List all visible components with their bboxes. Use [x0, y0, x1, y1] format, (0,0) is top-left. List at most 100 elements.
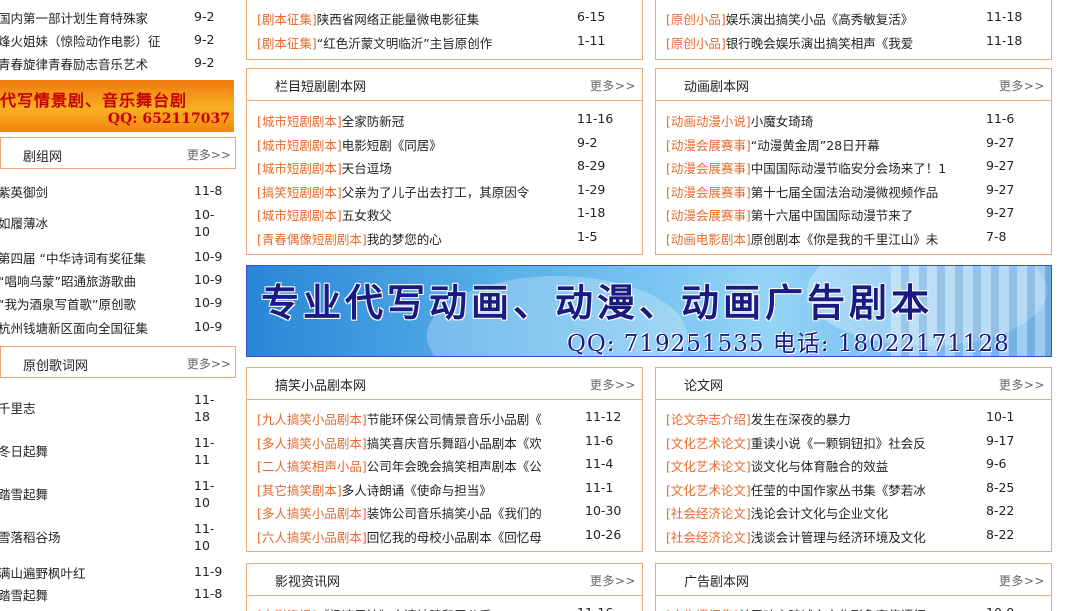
item-category: [剧本征集] [257, 12, 317, 27]
list-item[interactable]: [文化艺术论文]重读小说《一颗铜钮扣》社会反 9-17 [656, 429, 1051, 453]
list-item[interactable]: [社会经济论文]浅论会计文化与企业文化 8-22 [656, 499, 1051, 523]
left-list-item[interactable]: 踏雪起舞 11- 10 [0, 475, 238, 510]
item-title-text: 任莹的中国作家丛书集《梦若冰 [750, 482, 926, 498]
item-date: 11-1 [585, 479, 614, 495]
list-item[interactable]: [动画动漫小说]小魔女琦琦 11-6 [656, 107, 1051, 131]
top-mid-box: [剧本征集]陕西省网络正能量微电影征集 6-15 [剧本征集]“红色沂蒙文明临沂”主… [246, 0, 643, 60]
list-item[interactable]: [青春偶像短剧剧本]我的梦您的心 1-5 [247, 225, 642, 249]
list-item[interactable]: [电影资讯]《极速风流》大湾被暗和平公手 11-16 [247, 601, 642, 611]
item-title-text: 浅论会计文化与企业文化 [750, 506, 889, 521]
item-date: 11-6 [585, 432, 614, 448]
left-item-title: 如履薄冰 [0, 216, 49, 231]
list-item[interactable]: [其它搞笑剧本]多人诗朗诵《使命与担当》 11-1 [247, 476, 642, 500]
item-title-text: 回忆我的母校小品剧本《回忆母 [366, 529, 542, 545]
geci-header: 原创歌词网 更多>> [0, 346, 236, 378]
list-item[interactable]: [多人搞笑小品剧本]装饰公司音乐搞笑小品《我们的 10-30 [247, 499, 642, 523]
item-date: 6-15 [577, 9, 606, 24]
lunwen-header: 论文网 更多>> [656, 368, 1051, 400]
list-item[interactable]: [动漫会展赛事]第十七届全国法治动漫微视频作品 9-27 [656, 178, 1051, 202]
item-date: 1-18 [577, 205, 606, 220]
left-list-item[interactable]: 第四届 “中华诗词有奖征集 10-9 [0, 246, 238, 266]
left-list-item[interactable]: 千里志 11- 18 [0, 389, 238, 424]
left-item-title: 冬日起舞 [0, 444, 49, 459]
item-title-text: 节能环保公司情景音乐小品剧《 [366, 412, 542, 427]
list-item[interactable]: [城市短剧剧本]天台逗场 8-29 [247, 154, 642, 178]
list-item[interactable]: [原创小品]娱乐演出搞笑小品《高秀敏复活》 11-18 [656, 5, 1051, 29]
item-category: [文化艺术论文] [666, 459, 751, 474]
list-item[interactable]: [剧本征集]陕西省网络正能量微电影征集 6-15 [247, 5, 642, 29]
ad-banner[interactable]: 专业代写动画、动漫、动画广告剧本 QQ: 719251535 电话: 18022… [246, 265, 1052, 357]
list-item[interactable]: [论文杂志介绍]发生在深夜的暴力 10-1 [656, 405, 1051, 429]
list-item[interactable]: [多人搞笑小品剧本]搞笑喜庆音乐舞蹈小品剧本《欢 11-6 [247, 429, 642, 453]
list-item[interactable]: [城市短剧剧本]全家防新冠 11-16 [247, 107, 642, 131]
list-item[interactable]: [动漫会展赛事]中国国际动漫节临安分会场来了！1 9-27 [656, 154, 1051, 178]
donghua-box: 动画剧本网 更多>> [动画动漫小说]小魔女琦琦 11-6 [动漫会展赛事]“动漫黄… [655, 68, 1052, 255]
item-category: [城市短剧剧本] [257, 114, 342, 129]
item-title: [社会经济论文]浅谈会计管理与经济环境及文化 [666, 527, 966, 546]
left-list-item[interactable]: “我为酒泉写首歌”原创歌 10-9 [0, 292, 238, 312]
list-item[interactable]: [城市短剧剧本]电影短剧《同居》 9-2 [247, 131, 642, 155]
left-list-item[interactable]: 如履薄冰 10- 10 [0, 204, 238, 239]
list-item[interactable]: [文化艺术论文]任莹的中国作家丛书集《梦若冰 8-25 [656, 476, 1051, 500]
left-item-title: “唱响乌蒙”昭通旅游歌曲 [0, 274, 136, 289]
item-category: [搞笑短剧剧本] [257, 184, 342, 200]
gaoxiao-more-link[interactable]: 更多>> [590, 376, 636, 393]
list-item[interactable]: [广告语征集]关于叶宁随城市文化形象宣传语征 10-9 [656, 601, 1051, 611]
item-title: [青春偶像短剧剧本]我的梦您的心 [257, 229, 557, 248]
left-list-item[interactable]: 冬日起舞 11- 11 [0, 432, 238, 467]
list-item[interactable]: [六人搞笑小品剧本]回忆我的母校小品剧本《回忆母 10-26 [247, 523, 642, 547]
gaoxiao-title: 搞笑小品剧本网 [275, 379, 367, 394]
promo-banner[interactable]: 代写情景剧、音乐舞台剧 QQ: 652117037 [0, 80, 234, 132]
left-list-item[interactable]: 杭州钱塘新区面向全国征集 10-9 [0, 316, 238, 336]
item-category: [城市短剧剧本] [257, 161, 342, 176]
item-date: 8-25 [986, 479, 1015, 495]
item-category: [社会经济论文] [666, 506, 751, 521]
item-title: [多人搞笑小品剧本]搞笑喜庆音乐舞蹈小品剧本《欢 [257, 433, 565, 452]
list-item[interactable]: [搞笑短剧剧本]父亲为了儿子出去打工，其原因令 1-29 [247, 178, 642, 202]
item-category: [动画电影剧本] [666, 231, 751, 247]
left-list-item[interactable]: 烽火姐妹（惊险动作电影）征 9-2 [0, 29, 238, 49]
left-list-item[interactable]: “唱响乌蒙”昭通旅游歌曲 10-9 [0, 269, 238, 289]
item-date: 9-27 [986, 134, 1015, 150]
list-item[interactable]: [动画电影剧本]原创剧本《你是我的千里江山》未 7-8 [656, 225, 1051, 249]
item-date: 11-16 [577, 111, 614, 126]
item-date: 1-5 [577, 228, 598, 244]
yingshi-more-link[interactable]: 更多>> [590, 572, 636, 589]
juzu-more-link[interactable]: 更多>> [187, 146, 231, 163]
list-item[interactable]: [社会经济论文]浅谈会计管理与经济环境及文化 8-22 [656, 523, 1051, 547]
left-list-item[interactable]: 国内第一部计划生育特殊家 9-2 [0, 6, 238, 26]
item-category: [动漫会展赛事] [666, 161, 751, 176]
item-title: [社会经济论文]浅论会计文化与企业文化 [666, 503, 966, 522]
item-date: 9-27 [986, 205, 1015, 220]
list-item[interactable]: [动漫会展赛事]“动漫黄金周”28日开幕 9-27 [656, 131, 1051, 155]
donghua-more-link[interactable]: 更多>> [999, 77, 1045, 94]
item-category: [动画动漫小说] [666, 114, 751, 129]
left-list-item[interactable]: 踏雪起舞 11-8 [0, 583, 238, 603]
left-item-date: 11- 11 [194, 435, 215, 467]
geci-more-link[interactable]: 更多>> [187, 355, 231, 372]
item-category: [青春偶像短剧剧本] [257, 231, 367, 247]
guanggao-more-link[interactable]: 更多>> [999, 572, 1045, 589]
item-title: [多人搞笑小品剧本]装饰公司音乐搞笑小品《我们的 [257, 503, 565, 522]
item-category: [城市短剧剧本] [257, 137, 342, 153]
lunwen-more-link[interactable]: 更多>> [999, 376, 1045, 393]
list-item[interactable]: [二人搞笑相声小品]公司年会晚会搞笑相声剧本《公 11-4 [247, 452, 642, 476]
item-title: [广告语征集]关于叶宁随城市文化形象宣传语征 [666, 605, 966, 611]
list-item[interactable]: [动漫会展赛事]第十六届中国国际动漫节来了 9-27 [656, 201, 1051, 225]
left-list-item[interactable]: 青春旋律青春励志音乐艺术 9-2 [0, 52, 238, 72]
left-list-item[interactable]: 满山遍野枫叶红 11-9 [0, 561, 238, 581]
left-list-item[interactable]: 雪落稻谷场 11- 10 [0, 518, 238, 553]
item-title-text: 装饰公司音乐搞笑小品《我们的 [366, 506, 542, 521]
list-item[interactable]: [剧本征集]“红色沂蒙文明临沂”主旨原创作 1-11 [247, 29, 642, 53]
item-category: [二人搞笑相声小品] [257, 459, 367, 474]
item-title: [剧本征集]“红色沂蒙文明临沂”主旨原创作 [257, 33, 557, 52]
lanmu-more-link[interactable]: 更多>> [590, 77, 636, 94]
list-item[interactable]: [原创小品]银行晚会娱乐演出搞笑相声《我爱 11-18 [656, 29, 1051, 53]
list-item[interactable]: [九人搞笑小品剧本]节能环保公司情景音乐小品剧《 11-12 [247, 405, 642, 429]
left-list-item[interactable]: 紫英御剑 11-8 [0, 180, 238, 200]
list-item[interactable]: [文化艺术论文]谈文化与体育融合的效益 9-6 [656, 452, 1051, 476]
yingshi-title: 影视资讯网 [275, 575, 341, 590]
item-title-text: 重读小说《一颗铜钮扣》社会反 [750, 435, 926, 451]
item-title-text: 第十六届中国国际动漫节来了 [750, 208, 914, 223]
list-item[interactable]: [城市短剧剧本]五女救父 1-18 [247, 201, 642, 225]
